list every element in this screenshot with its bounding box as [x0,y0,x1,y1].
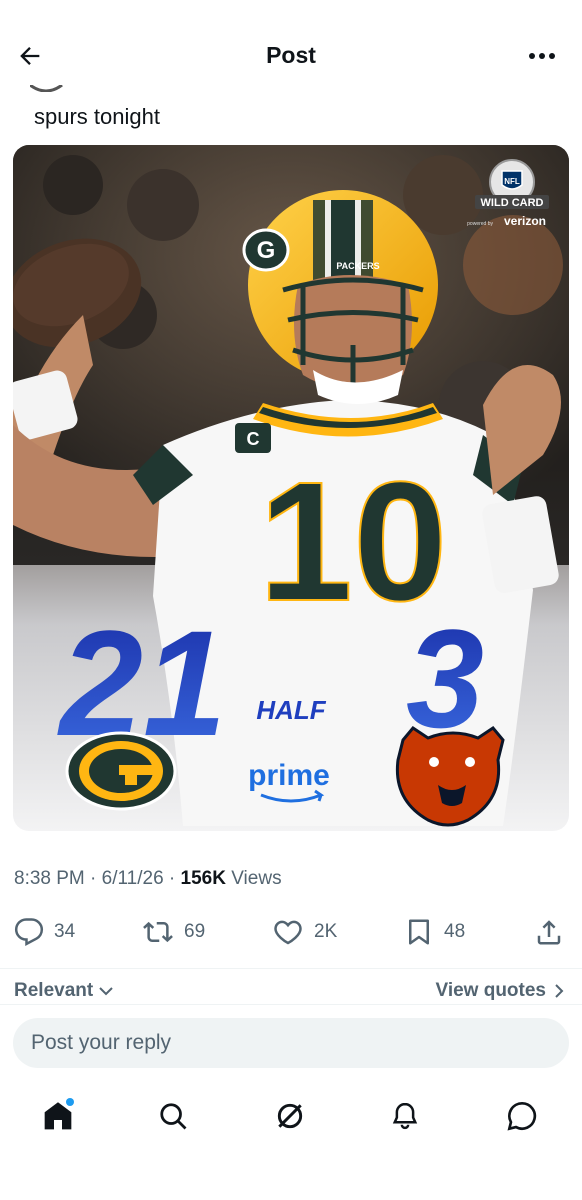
repost-icon [143,921,173,943]
helmet-text: PACKERS [336,261,379,271]
post-actions: 34 69 2K 48 [0,910,582,954]
more-horizontal-icon [529,53,555,59]
like-button[interactable]: 2K [272,910,337,954]
search-icon [160,1103,187,1130]
grok-icon [277,1103,303,1129]
bookmark-icon [409,919,429,945]
bookmark-count: 48 [444,921,466,942]
chevron-right-icon [555,984,564,998]
post-time: 8:38 PM [14,868,85,889]
tab-home[interactable] [38,1096,78,1136]
tab-search[interactable] [153,1096,193,1136]
reply-sort-dropdown[interactable]: Relevant [14,980,113,1002]
share-button[interactable] [534,910,564,954]
broadcaster-logo: prime [248,759,330,792]
packers-logo [65,731,177,811]
post-timestamp: 8:38 PM · 6/11/26 · 156K Views [14,868,282,889]
unread-dot [66,1098,74,1106]
reply-input[interactable] [13,1018,569,1068]
svg-text:G: G [257,237,276,264]
tweet-text: spurs tonight [34,104,160,129]
reply-count: 34 [54,921,76,942]
powered-by-text: powered by [467,221,493,227]
views-count[interactable]: 156K [181,868,226,889]
tab-grok[interactable] [270,1096,310,1136]
repost-count: 69 [184,921,206,942]
bottom-nav [0,1090,582,1140]
avatar[interactable] [30,82,70,92]
tweet-media-image[interactable]: NFL WILD CARD powered by verizon C 10 PA… [13,145,569,831]
tab-notifications[interactable] [385,1096,425,1136]
view-quotes-label: View quotes [435,980,546,1001]
repost-button[interactable]: 69 [142,910,205,954]
heart-icon [274,920,302,945]
page-title: Post [266,42,316,68]
divider [0,968,582,969]
messages-icon [507,1101,537,1131]
sponsor-text: verizon [504,214,546,228]
notifications-icon [392,1102,418,1130]
views-label: Views [225,868,282,889]
view-quotes-link[interactable]: View quotes [435,980,564,1002]
reply-composer[interactable] [13,1018,569,1068]
wild-card-text: WILD CARD [481,197,544,209]
period-label: HALF [256,695,326,725]
reply-button[interactable]: 34 [14,910,75,954]
divider [0,1004,582,1005]
tab-messages[interactable] [502,1096,542,1136]
reply-icon [14,918,44,946]
chevron-down-icon [99,987,113,996]
top-bar: Post [0,0,582,92]
post-date: 6/11/26 [101,868,164,889]
share-icon [537,920,561,945]
nfl-badge-text: NFL [504,177,520,186]
reply-sort-label: Relevant [14,980,94,1001]
bookmark-button[interactable]: 48 [404,910,465,954]
more-button[interactable] [526,44,558,68]
like-count: 2K [314,921,338,942]
captain-patch: C [247,429,260,449]
